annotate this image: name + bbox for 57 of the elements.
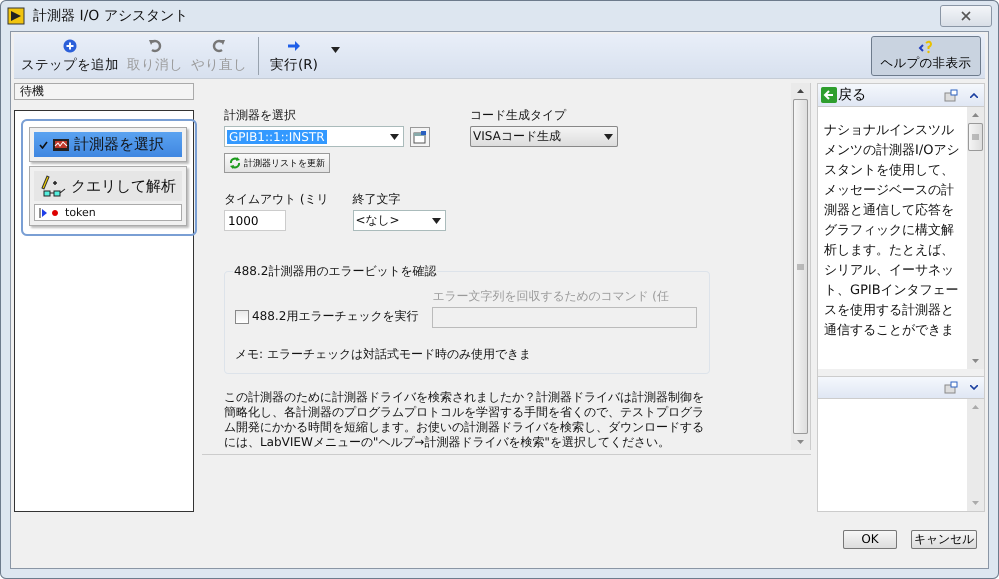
scrollbar[interactable] (791, 83, 810, 450)
error-check-checkbox[interactable]: 488.2用エラーチェックを実行 (235, 308, 418, 325)
hide-help-button[interactable]: ヘルプの非表示 (871, 36, 981, 76)
description-text: この計測器のために計測器ドライバを検索されましたか？計測器ドライバは計測器制御を簡略化し、各計測器のプログラムプロトコルを学習する手間を省くので、テストプログラム開発にかかる時間を短縮します。お使いの計測器ドライバを検索し、ダウンロードするには、LabVIEWメニューの"ヘルプ→計測器ドライバを検索"を選択してください。 (224, 390, 705, 450)
field-label: エラー文字列を回収するためのコマンド (任 (432, 288, 670, 305)
group-title: 488.2計測器用のエラービットを確認 (233, 263, 438, 280)
undo-icon (148, 38, 162, 52)
token-row[interactable]: token (34, 204, 182, 221)
monitor-icon (52, 138, 70, 152)
properties-button[interactable] (410, 126, 430, 146)
back-button[interactable]: 戻る (821, 86, 866, 104)
caret-icon (604, 134, 613, 140)
scrollbar[interactable] (967, 399, 984, 511)
field-label: 計測器を選択 (224, 107, 297, 124)
termination-dropdown[interactable]: <なし> (352, 210, 446, 231)
dropdown-caret-icon[interactable] (330, 47, 340, 53)
refresh-icon (229, 157, 241, 169)
status-field: 待機 (14, 83, 194, 100)
code-type-dropdown[interactable]: VISAコード生成 (470, 126, 618, 147)
collapse-icon[interactable] (970, 92, 978, 98)
caret-icon (432, 218, 440, 224)
note-text: メモ: エラーチェックは対話式モード時のみ使用できま (235, 346, 532, 363)
close-icon (961, 11, 971, 21)
grip-icon (972, 134, 979, 140)
field-label: 終了文字 (352, 191, 402, 208)
caret-icon (390, 134, 399, 140)
close-button[interactable] (940, 5, 992, 27)
plus-icon (63, 38, 77, 52)
window-title: 計測器 I/O アシスタント (33, 7, 188, 25)
timeout-field[interactable]: 1000 (224, 210, 286, 231)
dialog-button[interactable]: キャンセル (911, 530, 977, 548)
sequence-step[interactable]: クエリして解析 token (29, 166, 187, 226)
pencil-glasses-icon (39, 174, 67, 198)
scroll-down-icon[interactable] (972, 359, 979, 363)
field-label: タイムアウト (ミリ (224, 191, 328, 208)
dialog-button[interactable]: OK (843, 530, 897, 548)
toolbar-button[interactable]: 実行(R) (267, 36, 321, 76)
scroll-down-icon[interactable] (972, 501, 979, 505)
help-icon (918, 40, 934, 54)
grip-icon (797, 264, 804, 270)
refresh-list-button[interactable]: 計測器リストを更新 (224, 153, 330, 173)
scroll-up-icon[interactable] (797, 89, 804, 93)
field-label: コード生成タイプ (470, 107, 568, 124)
redo-icon (212, 38, 226, 52)
toolbar-button[interactable]: ステップを追加 (18, 36, 122, 76)
window-icon (944, 381, 958, 394)
back-arrow-icon (821, 87, 837, 103)
app-icon (7, 7, 25, 25)
play-dot-icon (39, 208, 59, 218)
help-text: ナショナルインスツルメンツの計測器I/Oアシスタントを使用して、メッセージベースの計測器と通信して応答をグラフィックに構文解析します。たとえば、シリアル、イーサネット、GPIBインタフェースを使用する計測器と通信することができま (823, 122, 960, 340)
arrow-right-icon (286, 38, 301, 52)
window-icon (944, 88, 958, 102)
scrollbar[interactable] (967, 107, 984, 369)
expand-icon[interactable] (970, 385, 978, 390)
window-icon (413, 130, 427, 144)
scroll-down-icon[interactable] (797, 440, 804, 444)
sequence-step[interactable]: 計測器を選択 (29, 127, 187, 162)
